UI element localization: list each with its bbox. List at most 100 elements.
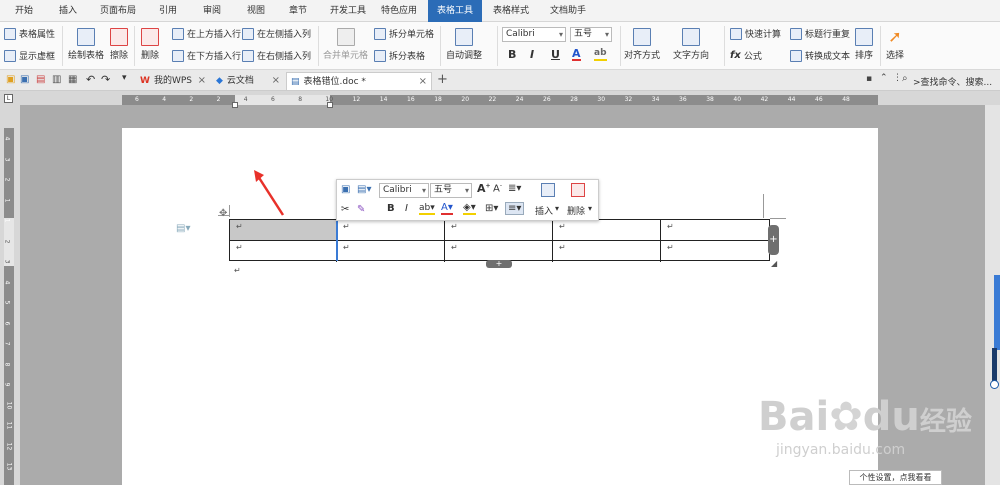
zoom-slider-track[interactable]	[992, 348, 997, 383]
show-gridlines-button[interactable]: 显示虚框	[4, 49, 55, 62]
mini-font-color-button[interactable]: A▾	[441, 203, 453, 215]
table-cell[interactable]: ↵	[661, 241, 769, 262]
bold-button[interactable]: B	[508, 48, 516, 61]
mini-border-button[interactable]: ⊞▾	[485, 203, 498, 214]
font-select[interactable]: Calibri	[502, 27, 566, 42]
merge-cells-button[interactable]: 合并单元格	[323, 28, 368, 61]
formula-button[interactable]: fx 公式	[730, 49, 762, 62]
table-cell[interactable]: ↵	[445, 220, 553, 241]
table-cell[interactable]: ↵	[553, 241, 661, 262]
insert-row-above-button[interactable]: 在上方插入行	[172, 27, 241, 40]
line-spacing-icon[interactable]: ≣▾	[508, 183, 521, 194]
tab-stop-icon[interactable]: L	[4, 94, 13, 103]
table-properties-button[interactable]: 表格属性	[4, 27, 55, 40]
redo-icon[interactable]: ↷	[101, 73, 110, 86]
quick-calc-button[interactable]: 快速计算	[730, 27, 781, 40]
tab-developer[interactable]: 开发工具	[326, 0, 370, 22]
export-pdf-icon[interactable]: ▤	[36, 74, 45, 85]
tab-features[interactable]: 特色应用	[376, 0, 422, 22]
tab-references[interactable]: 引用	[152, 0, 184, 22]
save-icon[interactable]: ▣	[20, 74, 29, 85]
mini-shading-button[interactable]: ◈▾	[463, 203, 476, 215]
delete-button[interactable]: 删除	[141, 28, 159, 61]
tab-review[interactable]: 审阅	[196, 0, 228, 22]
table-cell[interactable]: ↵	[661, 220, 769, 241]
mini-insert-button[interactable]: 插入	[535, 204, 553, 217]
mini-italic-button[interactable]: I	[405, 203, 408, 214]
select-button[interactable]: ➚ 选择	[886, 28, 904, 62]
tab-table-style[interactable]: 表格样式	[484, 0, 538, 22]
left-indent-marker[interactable]	[232, 102, 238, 108]
mini-bold-button[interactable]: B	[387, 203, 395, 214]
tab-view[interactable]: 视图	[240, 0, 272, 22]
print-icon[interactable]: ▥	[52, 74, 61, 85]
horizontal-ruler-active[interactable]	[235, 95, 330, 105]
tab-home[interactable]: 开始	[8, 0, 40, 22]
close-icon[interactable]: ×	[419, 73, 427, 91]
insert-col-right-button[interactable]: 在右侧插入列	[242, 49, 311, 62]
column-resize-line[interactable]	[336, 219, 338, 261]
repeat-header-button[interactable]: 标题行重复	[790, 27, 850, 40]
quick-access-dropdown-icon[interactable]: ▾	[122, 73, 127, 83]
mini-delete-dropdown-icon[interactable]: ▾	[588, 204, 592, 213]
paste-icon[interactable]: ▤▾	[357, 184, 371, 195]
mini-insert-dropdown-icon[interactable]: ▾	[555, 204, 559, 213]
tab-current-document[interactable]: ▤ 表格错位.doc * ×	[286, 72, 432, 90]
split-cells-button[interactable]: 拆分单元格	[374, 27, 434, 40]
print-preview-icon[interactable]: ▦	[68, 74, 77, 85]
minimize-ribbon-icon[interactable]: ⌃	[880, 73, 888, 83]
scrollbar-thumb[interactable]	[994, 275, 1000, 350]
mini-align-button[interactable]: ≡▾	[505, 202, 525, 215]
mini-delete-button[interactable]: 删除	[567, 204, 585, 217]
mini-font-select[interactable]: Calibri	[379, 183, 429, 198]
draw-table-button[interactable]: 绘制表格	[68, 28, 104, 61]
text-direction-button[interactable]: 文字方向	[673, 28, 709, 61]
table-move-handle-icon[interactable]: ✥	[219, 208, 227, 219]
highlight-button[interactable]: ab	[594, 48, 607, 61]
grow-font-button[interactable]: A+	[477, 182, 491, 195]
table-cell[interactable]: ↵	[230, 220, 337, 241]
align-button[interactable]: 对齐方式	[624, 28, 660, 61]
table-cell[interactable]: ↵	[337, 220, 445, 241]
tab-table-tools[interactable]: 表格工具	[428, 0, 482, 22]
insert-row-below-button[interactable]: 在下方插入行	[172, 49, 241, 62]
tab-doc-assistant[interactable]: 文档助手	[542, 0, 594, 22]
add-column-icon[interactable]: +	[768, 225, 779, 255]
convert-to-text-button[interactable]: 转换成文本	[790, 49, 850, 62]
close-icon[interactable]: ×	[272, 72, 280, 90]
italic-button[interactable]: I	[530, 48, 534, 61]
tab-chapter[interactable]: 章节	[282, 0, 314, 22]
tab-page-layout[interactable]: 页面布局	[96, 0, 140, 22]
table-cell[interactable]: ↵	[230, 241, 337, 262]
comment-icon[interactable]: ▪	[866, 74, 872, 84]
open-folder-icon[interactable]: ▣	[6, 74, 15, 85]
size-select[interactable]: 五号	[570, 27, 612, 42]
split-table-button[interactable]: 拆分表格	[374, 49, 425, 62]
insert-col-left-button[interactable]: 在左侧插入列	[242, 27, 311, 40]
format-painter-icon[interactable]: ✎	[357, 204, 365, 215]
sort-button[interactable]: 排序	[855, 28, 873, 61]
auto-fit-button[interactable]: 自动调整	[446, 28, 482, 61]
table-cell[interactable]: ↵	[553, 220, 661, 241]
zoom-slider-knob[interactable]	[990, 380, 999, 389]
personalize-tooltip[interactable]: 个性设置，点我看看	[849, 470, 942, 485]
close-icon[interactable]: ×	[198, 72, 206, 90]
underline-button[interactable]: U	[551, 48, 560, 61]
cut-icon[interactable]: ✂	[341, 204, 349, 215]
tab-cloud-docs[interactable]: ◆ 云文档 ×	[212, 72, 284, 90]
command-search-input[interactable]: >查找命令、搜索...	[913, 75, 992, 88]
mini-size-select[interactable]: 五号	[430, 183, 472, 198]
shrink-font-button[interactable]: A-	[493, 182, 502, 194]
new-tab-icon[interactable]: +	[437, 72, 448, 87]
more-icon[interactable]: ⋮	[893, 73, 902, 83]
paragraph-layout-icon[interactable]: ▤▾	[176, 223, 190, 234]
add-row-icon[interactable]: +	[486, 260, 512, 268]
table-resize-handle-icon[interactable]: ◢	[771, 259, 777, 268]
mini-highlight-button[interactable]: ab▾	[419, 203, 435, 215]
table-cell[interactable]: ↵	[337, 241, 445, 262]
copy-icon[interactable]: ▣	[341, 184, 350, 195]
tab-my-wps[interactable]: W 我的WPS ×	[136, 72, 210, 90]
undo-icon[interactable]: ↶	[86, 73, 95, 86]
erase-button[interactable]: 擦除	[110, 28, 128, 61]
font-color-button[interactable]: A	[572, 48, 581, 61]
